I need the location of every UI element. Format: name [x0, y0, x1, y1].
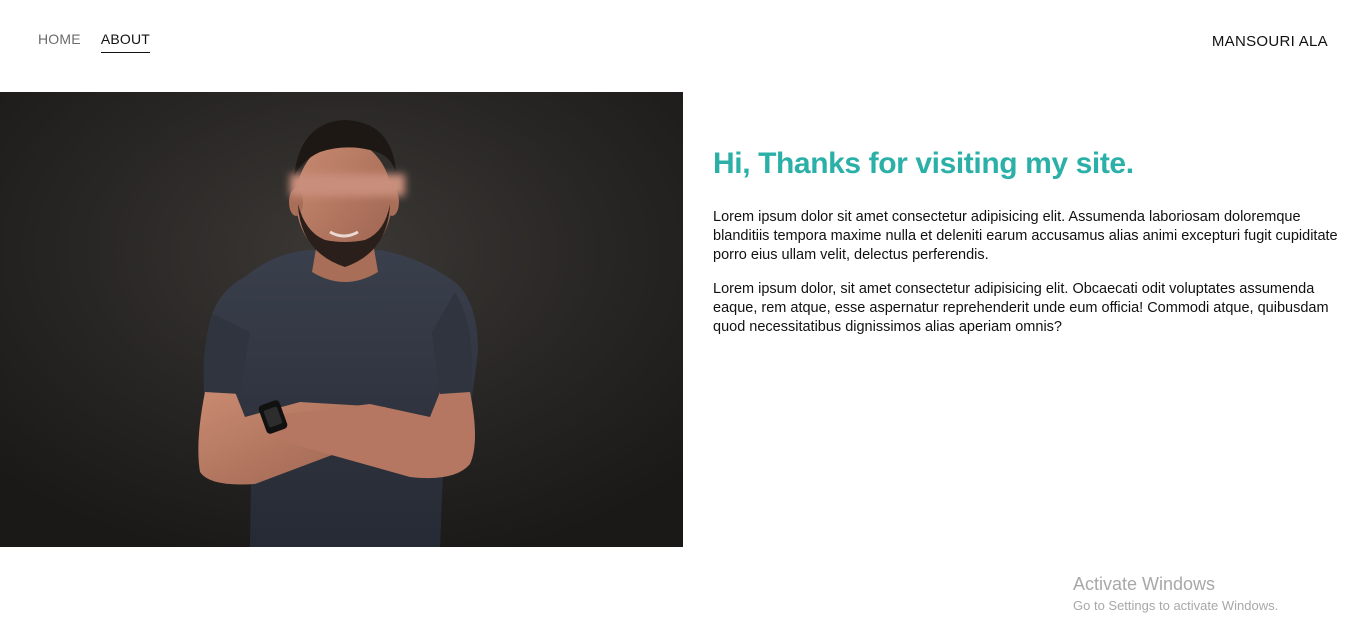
watermark-title: Activate Windows — [1073, 574, 1216, 594]
about-content: Hi, Thanks for visiting my site. Lorem i… — [713, 146, 1338, 352]
windows-activation-watermark: Activate Windows Go to Settings to activ… — [1073, 573, 1278, 615]
brand-name[interactable]: MANSOURI ALA — [1212, 33, 1328, 50]
page-title: Hi, Thanks for visiting my site. — [713, 147, 1134, 180]
about-paragraph-2: Lorem ipsum dolor, sit amet consectetur … — [713, 281, 1329, 335]
portrait-illustration — [0, 92, 683, 547]
nav-link-about[interactable]: ABOUT — [100, 31, 151, 53]
page: HOME ABOUT MANSOURI ALA Hi, Thanks for v… — [0, 0, 1366, 619]
portrait-photo — [0, 92, 683, 547]
main-nav: HOME ABOUT — [38, 31, 151, 53]
watermark-subtitle: Go to Settings to activate Windows. — [1073, 598, 1279, 613]
about-paragraph-1: Lorem ipsum dolor sit amet consectetur a… — [713, 209, 1338, 263]
nav-link-home[interactable]: HOME — [38, 31, 81, 52]
